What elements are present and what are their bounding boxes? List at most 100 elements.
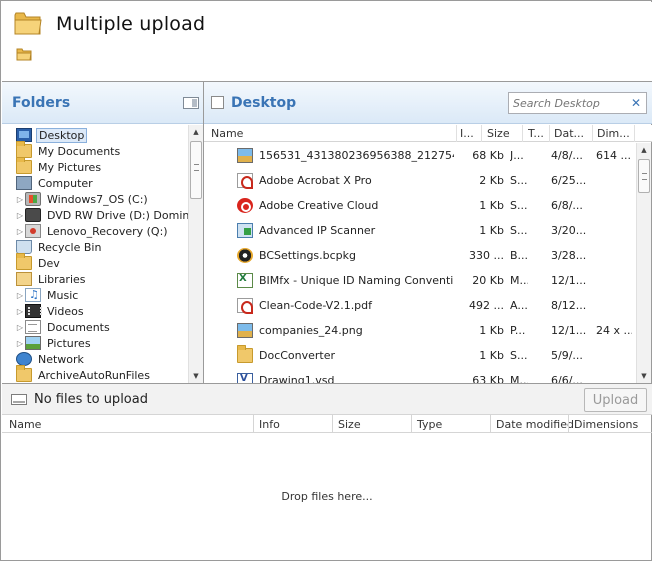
file-row[interactable]: DocConverter 1 Kb S... 5/9/... xyxy=(204,343,636,368)
tree-item[interactable]: Computer xyxy=(6,175,95,191)
search-box[interactable]: ✕ xyxy=(508,92,647,114)
file-row[interactable]: companies_24.png 1 Kb P... 12/1... 24 x ... xyxy=(204,318,636,343)
expand-arrow-icon[interactable]: ▷ xyxy=(15,323,25,332)
scroll-down-icon[interactable]: ▼ xyxy=(189,369,203,383)
header: Multiple upload xyxy=(2,2,652,81)
tree-item-label: Lenovo_Recovery (Q:) xyxy=(47,224,168,238)
file-type: P... xyxy=(510,324,526,337)
file-type: M... xyxy=(510,374,528,383)
file-name: Drawing1.vsd xyxy=(259,374,335,383)
tree-item[interactable]: ▷ Documents xyxy=(15,319,112,335)
tree-item[interactable]: Dev xyxy=(6,253,62,271)
tree-item[interactable]: ArchiveAutoRunFiles xyxy=(6,365,152,383)
column-divider[interactable] xyxy=(481,125,482,142)
expand-arrow-icon[interactable]: ▷ xyxy=(15,211,25,220)
folders-header: Folders xyxy=(2,82,203,124)
column-divider[interactable] xyxy=(332,415,333,433)
column-size[interactable]: Size xyxy=(338,418,361,431)
column-date-modified[interactable]: Date modified xyxy=(496,418,574,431)
upload-tray-icon xyxy=(11,394,27,405)
folder-icon[interactable] xyxy=(16,47,32,61)
column-info[interactable]: Info xyxy=(259,418,280,431)
folder-icon xyxy=(16,141,32,158)
file-dimensions: 24 x ... xyxy=(596,324,632,337)
drop-zone[interactable]: Drop files here... xyxy=(2,433,652,561)
column-date[interactable]: Dat... xyxy=(554,127,590,140)
image-file-icon xyxy=(237,148,253,163)
folder-icon xyxy=(16,365,32,382)
column-dimensions[interactable]: Dim... xyxy=(597,127,631,140)
expand-arrow-icon[interactable]: ▷ xyxy=(15,291,25,300)
tree-item[interactable]: ▷ Music xyxy=(15,287,80,303)
tree-item[interactable]: ▷ Lenovo_Recovery (Q:) xyxy=(15,223,170,239)
column-size[interactable]: Size xyxy=(487,127,510,140)
folders-title: Folders xyxy=(12,95,71,111)
file-date: 4/8/... xyxy=(551,149,583,162)
documents-icon xyxy=(25,320,41,334)
tree-item-label: Windows7_OS (C:) xyxy=(47,192,148,206)
column-name[interactable]: Name xyxy=(9,418,41,431)
file-row[interactable]: 156531_431380236956388_2127546... 68 Kb J.… xyxy=(204,143,636,168)
tree-item[interactable]: My Pictures xyxy=(6,157,103,175)
file-size: 2 Kb xyxy=(479,174,504,187)
column-divider[interactable] xyxy=(592,125,593,142)
scroll-down-icon[interactable]: ▼ xyxy=(637,369,651,383)
file-type: A... xyxy=(510,299,528,312)
tree-item[interactable]: ▷ Pictures xyxy=(15,335,93,351)
file-list: 156531_431380236956388_2127546... 68 Kb J.… xyxy=(204,143,636,383)
file-row[interactable]: Adobe Acrobat X Pro 2 Kb S... 6/25... xyxy=(204,168,636,193)
column-divider[interactable] xyxy=(568,415,569,433)
collapse-pane-icon[interactable] xyxy=(183,97,199,109)
pdf-app-icon xyxy=(237,173,253,189)
column-divider[interactable] xyxy=(634,125,635,142)
column-type[interactable]: Type xyxy=(417,418,442,431)
scroll-up-icon[interactable]: ▲ xyxy=(637,143,651,157)
column-divider[interactable] xyxy=(490,415,491,433)
tree-item[interactable]: ▷ Windows7_OS (C:) xyxy=(15,191,150,207)
column-divider[interactable] xyxy=(456,125,457,142)
upload-toolbar: No files to upload Upload xyxy=(2,383,652,414)
file-name: Adobe Acrobat X Pro xyxy=(259,174,372,187)
column-divider[interactable] xyxy=(253,415,254,433)
expand-arrow-icon[interactable]: ▷ xyxy=(15,227,25,236)
tree-item[interactable]: Libraries xyxy=(6,271,88,287)
tree-item[interactable]: ▷ Videos xyxy=(15,303,86,319)
upload-button[interactable]: Upload xyxy=(584,388,647,412)
column-type[interactable]: T... xyxy=(528,127,548,140)
column-dimensions[interactable]: Dimensions xyxy=(574,418,638,431)
file-type: S... xyxy=(510,174,528,187)
column-divider[interactable] xyxy=(549,125,550,142)
file-row[interactable]: Drawing1.vsd 63 Kb M... 6/6/... xyxy=(204,368,636,383)
scroll-thumb[interactable] xyxy=(190,141,202,199)
scroll-up-icon[interactable]: ▲ xyxy=(189,125,203,139)
file-row[interactable]: Clean-Code-V2.1.pdf 492 ... A... 8/12... xyxy=(204,293,636,318)
file-list-scrollbar[interactable]: ▲ ▼ xyxy=(636,143,651,383)
file-row[interactable]: BCSettings.bcpkg 330 ... B... 3/28... xyxy=(204,243,636,268)
search-input[interactable] xyxy=(513,95,623,111)
column-divider[interactable] xyxy=(411,415,412,433)
folder-icon xyxy=(14,10,42,36)
clear-search-icon[interactable]: ✕ xyxy=(631,96,641,110)
file-name: BCSettings.bcpkg xyxy=(259,249,357,262)
column-name[interactable]: Name xyxy=(211,127,243,140)
files-header: Desktop ✕ xyxy=(204,82,652,124)
folder-icon xyxy=(237,345,253,363)
file-row[interactable]: BIMfx - Unique ID Naming Convention.... 2… xyxy=(204,268,636,293)
folders-pane: Folders Desktop My Documents My Pictures Co… xyxy=(2,82,204,384)
expand-arrow-icon[interactable]: ▷ xyxy=(15,307,25,316)
tree-item-label: Documents xyxy=(47,320,110,334)
column-info[interactable]: I... xyxy=(460,127,480,140)
tree-item[interactable]: ▷ DVD RW Drive (D:) Dominica xyxy=(15,207,188,223)
column-divider[interactable] xyxy=(522,125,523,142)
network-icon xyxy=(16,352,32,366)
file-row[interactable]: Advanced IP Scanner 1 Kb S... 3/20... xyxy=(204,218,636,243)
expand-arrow-icon[interactable]: ▷ xyxy=(15,195,25,204)
expand-arrow-icon[interactable]: ▷ xyxy=(15,339,25,348)
folder-tree-scrollbar[interactable]: ▲ ▼ xyxy=(188,125,203,383)
scroll-thumb[interactable] xyxy=(638,159,650,193)
file-size: 1 Kb xyxy=(479,199,504,212)
file-row[interactable]: Adobe Creative Cloud 1 Kb S... 6/8/... xyxy=(204,193,636,218)
select-all-checkbox[interactable] xyxy=(211,96,224,109)
file-date: 6/8/... xyxy=(551,199,583,212)
file-size: 63 Kb xyxy=(472,374,504,383)
